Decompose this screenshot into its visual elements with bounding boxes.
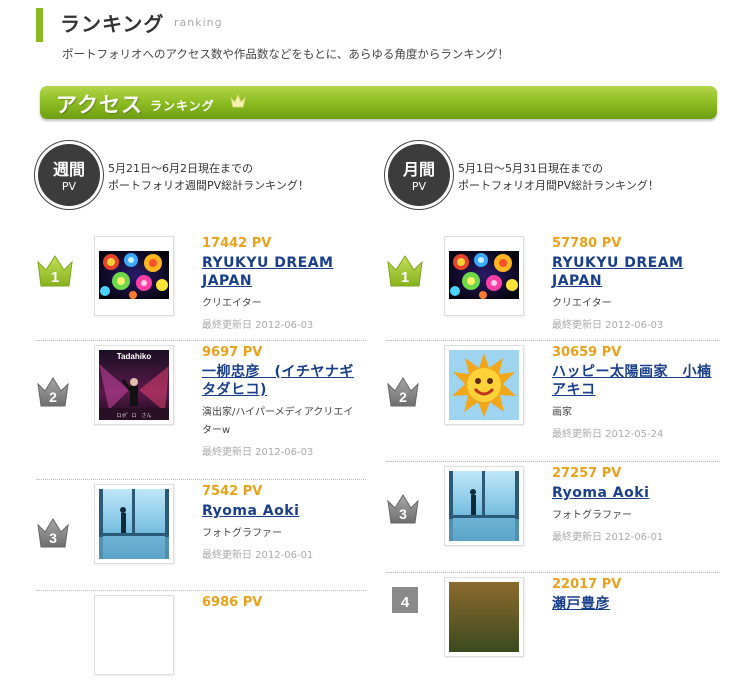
page-header: ランキング ranking xyxy=(36,8,716,42)
ranking-info: 17442 PV RYUKYU DREAM JAPAN クリエイター 最終更新日… xyxy=(202,236,362,331)
badge-label: 週間 xyxy=(52,160,85,179)
crown-rank-3-icon: 3 xyxy=(387,494,419,524)
creator-role: フォトグラファー xyxy=(552,510,632,521)
rank-number: 1 xyxy=(51,269,59,286)
portfolio-thumbnail[interactable] xyxy=(94,236,174,316)
banner-title: アクセス xyxy=(56,93,143,117)
last-updated: 最終更新日 2012-06-01 xyxy=(202,550,314,561)
rank-row: 6986 PV xyxy=(36,591,366,691)
monthly-ranking-column: 月間 PV 5月1日〜5月31日現在までの ポートフォリオ月間PV総計ランキング… xyxy=(386,142,720,657)
rank-row: 1 57780 PV RYUKYU DREAM JAPAN クリエイター 最終更… xyxy=(386,232,720,341)
monthly-period-text: 5月1日〜5月31日現在までの ポートフォリオ月間PV総計ランキング！ xyxy=(458,160,659,194)
creator-role: 演出家/ハイパーメディアクリエイターw xyxy=(202,407,354,436)
pv-count: 27257 PV xyxy=(552,466,622,481)
badge-label: 月間 xyxy=(402,160,435,179)
ranking-info: 7542 PV Ryoma Aoki フォトグラファー 最終更新日 2012-0… xyxy=(202,484,362,561)
rank-number: 2 xyxy=(399,389,407,405)
pv-count: 6986 PV xyxy=(202,595,263,610)
rank-row: 3 27257 PV Ryoma Aoki フォトグラファー 最終更新日 201… xyxy=(386,462,720,573)
monthly-rank-list: 1 57780 PV RYUKYU DREAM JAPAN クリエイター 最終更… xyxy=(386,232,720,673)
badge-pv-label: PV xyxy=(411,180,427,193)
crown-rank-3-icon: 3 xyxy=(37,518,69,548)
window-silhouette-thumbnail-image xyxy=(99,489,169,559)
period-line-1: 5月1日〜5月31日現在までの xyxy=(458,162,603,175)
rank-row: 3 7542 PV Ryoma Aoki フォトグラファー 最終更新日 2012… xyxy=(36,480,366,591)
thumbnail-footer: ロボ゛ロ さん xyxy=(116,412,151,419)
window-silhouette-thumbnail-image xyxy=(449,471,519,541)
crown-icon xyxy=(230,94,246,108)
forest-thumbnail-image xyxy=(449,582,519,652)
creator-role: 画家 xyxy=(552,407,572,418)
fireworks-thumbnail-image xyxy=(99,251,169,299)
weekly-rank-list: 1 17442 PV RYUKYU DREAM JAPAN クリエイター 最終更… xyxy=(36,232,366,691)
creator-role: フォトグラファー xyxy=(202,528,282,539)
rank-row: 1 17442 PV RYUKYU DREAM JAPAN クリエイター 最終更… xyxy=(36,232,366,341)
header-accent-bar xyxy=(36,8,43,42)
pv-count: 17442 PV xyxy=(202,236,272,251)
ranking-info: 6986 PV xyxy=(202,595,362,610)
monthly-pv-badge: 月間 PV xyxy=(388,144,450,206)
page-title-sub: ranking xyxy=(174,16,223,29)
thumbnail-caption: Tadahiko xyxy=(117,352,152,361)
creator-name-link[interactable]: ハッピー太陽画家 小楠 アキコ xyxy=(552,363,712,399)
access-ranking-banner: アクセス ランキング xyxy=(40,86,717,119)
gold-crown-rank-1-icon: 1 xyxy=(37,255,73,287)
portfolio-thumbnail[interactable] xyxy=(94,595,174,675)
ranking-info: 57780 PV RYUKYU DREAM JAPAN クリエイター 最終更新日… xyxy=(552,236,712,331)
rank-number: 3 xyxy=(399,506,407,522)
last-updated: 最終更新日 2012-05-24 xyxy=(552,429,664,440)
weekly-period-text: 5月21日〜6月2日現在までの ポートフォリオ週間PV総計ランキング！ xyxy=(108,160,309,194)
pv-count: 57780 PV xyxy=(552,236,622,251)
rank-row: 2 30659 PV ハッピー太陽画家 小楠 アキコ 画家 最終更新日 2012… xyxy=(386,341,720,462)
silver-crown-rank-2-icon: 2 xyxy=(37,377,69,407)
ranking-info: 9697 PV 一柳忠彦 (イチヤナギ タダヒコ) 演出家/ハイパーメディアクリ… xyxy=(202,345,362,458)
portfolio-thumbnail[interactable] xyxy=(444,345,524,425)
rank-number: 2 xyxy=(49,389,57,405)
portfolio-thumbnail[interactable] xyxy=(94,484,174,564)
rank-number: 1 xyxy=(401,269,409,286)
pv-count: 30659 PV xyxy=(552,345,622,360)
fireworks-thumbnail-image xyxy=(449,251,519,299)
intro-text: ポートフォリオへのアクセス数や作品数などをもとに、あらゆる角度からランキング！ xyxy=(62,47,510,61)
creator-name-link[interactable]: 瀬戸豊彦 xyxy=(552,595,712,613)
rank-number: 3 xyxy=(49,530,57,546)
last-updated: 最終更新日 2012-06-01 xyxy=(552,532,664,543)
rank-row: 4 22017 PV 瀬戸豊彦 xyxy=(386,573,720,673)
stage-performer-thumbnail-image: Tadahiko ロボ゛ロ さん xyxy=(99,350,169,420)
creator-name-link[interactable]: Ryoma Aoki xyxy=(202,502,362,520)
creator-name-link[interactable]: RYUKYU DREAM JAPAN xyxy=(552,254,712,290)
portfolio-thumbnail[interactable] xyxy=(444,236,524,316)
pv-count: 9697 PV xyxy=(202,345,263,360)
ranking-info: 27257 PV Ryoma Aoki フォトグラファー 最終更新日 2012-… xyxy=(552,466,712,543)
period-line-2: ポートフォリオ月間PV総計ランキング！ xyxy=(458,179,659,192)
rank-number: 4 xyxy=(401,594,410,611)
gold-crown-rank-1-icon: 1 xyxy=(387,255,423,287)
pv-count: 22017 PV xyxy=(552,577,622,592)
pv-count: 7542 PV xyxy=(202,484,263,499)
silver-crown-rank-2-icon: 2 xyxy=(387,377,419,407)
page-title: ランキング xyxy=(60,12,165,36)
ranking-info: 22017 PV 瀬戸豊彦 xyxy=(552,577,712,613)
last-updated: 最終更新日 2012-06-03 xyxy=(552,320,664,331)
banner-subtitle: ランキング xyxy=(150,99,215,113)
portfolio-thumbnail[interactable] xyxy=(444,577,524,657)
weekly-ranking-column: 週間 PV 5月21日〜6月2日現在までの ポートフォリオ週間PV総計ランキング… xyxy=(36,142,366,675)
period-line-1: 5月21日〜6月2日現在までの xyxy=(108,162,253,175)
badge-pv-label: PV xyxy=(61,180,77,193)
ranking-info: 30659 PV ハッピー太陽画家 小楠 アキコ 画家 最終更新日 2012-0… xyxy=(552,345,712,440)
rank-row: 2 Tadahiko ロボ゛ロ さん 9697 PV 一柳忠彦 (イチヤナギ タ… xyxy=(36,341,366,480)
period-line-2: ポートフォリオ週間PV総計ランキング！ xyxy=(108,179,309,192)
creator-role: クリエイター xyxy=(202,298,262,309)
weekly-pv-badge: 週間 PV xyxy=(38,144,100,206)
creator-name-link[interactable]: Ryoma Aoki xyxy=(552,484,712,502)
creator-name-link[interactable]: 一柳忠彦 (イチヤナギ タダヒコ) xyxy=(202,363,362,399)
creator-role: クリエイター xyxy=(552,298,612,309)
rank-4-icon: 4 xyxy=(392,587,418,613)
portfolio-thumbnail[interactable] xyxy=(444,466,524,546)
portfolio-thumbnail[interactable]: Tadahiko ロボ゛ロ さん xyxy=(94,345,174,425)
last-updated: 最終更新日 2012-06-03 xyxy=(202,447,314,458)
creator-name-link[interactable]: RYUKYU DREAM JAPAN xyxy=(202,254,362,290)
last-updated: 最終更新日 2012-06-03 xyxy=(202,320,314,331)
sun-painting-thumbnail-image xyxy=(449,350,519,420)
